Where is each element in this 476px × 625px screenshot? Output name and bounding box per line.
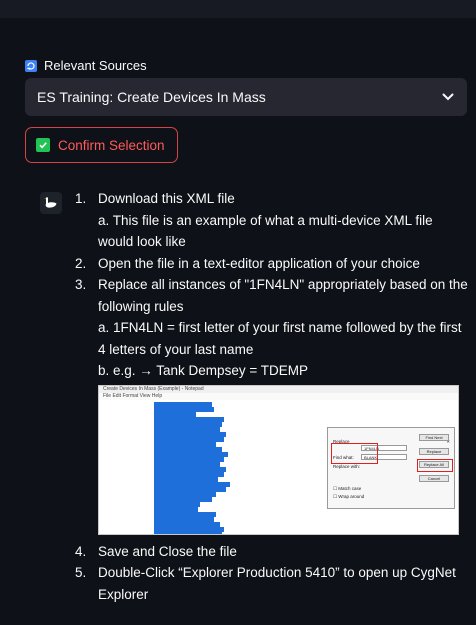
confirm-selection-label: Confirm Selection <box>58 137 165 153</box>
checkmark-icon <box>36 138 50 152</box>
relevant-sources-header: Relevant Sources <box>25 58 147 73</box>
chevron-down-icon[interactable] <box>441 90 455 104</box>
step-1: 1. Download this XML file <box>75 191 235 206</box>
notepad-replace-screenshot: Create Devices In Mass (Example) - Notep… <box>98 384 459 535</box>
wrap-around-checkbox: ☐ Wrap around <box>333 493 365 499</box>
confirm-selection-button[interactable]: Confirm Selection <box>25 127 178 163</box>
step-1a: a. This file is an example of what a mul… <box>98 212 433 250</box>
code-line <box>154 531 222 534</box>
sources-icon <box>25 59 37 72</box>
sources-selected-value: ES Training: Create Devices In Mass <box>37 89 266 105</box>
replace-button: Replace <box>419 447 449 455</box>
replace-dialog: Replace ✕ Find what: Replace with: 1FN4L… <box>327 426 455 509</box>
find-next-button: Find Next <box>419 433 449 441</box>
step-3a: a. 1FN4LN = first letter of your first n… <box>98 320 462 357</box>
goose-icon <box>44 197 57 208</box>
relevant-sources-label: Relevant Sources <box>44 58 147 73</box>
step-4: 4. Save and Close the file <box>75 543 237 559</box>
notepad-title: Create Devices In Mass (Example) - Notep… <box>99 385 458 393</box>
top-strip <box>0 0 476 18</box>
cancel-button: Cancel <box>419 474 449 482</box>
step-3: 3. Replace all instances of "1FN4LN" app… <box>75 277 468 314</box>
assistant-avatar <box>40 192 62 214</box>
xml-text-area <box>99 399 321 534</box>
assistant-message: 1. Download this XML file a. This file i… <box>75 188 470 605</box>
highlight-box <box>331 442 378 464</box>
step-2: 2. Open the file in a text-editor applic… <box>75 255 420 271</box>
notepad-menu: File Edit Format View Help <box>99 392 458 400</box>
highlight-box <box>417 458 453 472</box>
sources-select[interactable]: ES Training: Create Devices In Mass <box>25 78 467 116</box>
step-3b: b. e.g. → Tank Dempsey = TDEMP <box>98 363 308 378</box>
step-5: 5. Double-Click “Explorer Production 541… <box>75 565 456 602</box>
